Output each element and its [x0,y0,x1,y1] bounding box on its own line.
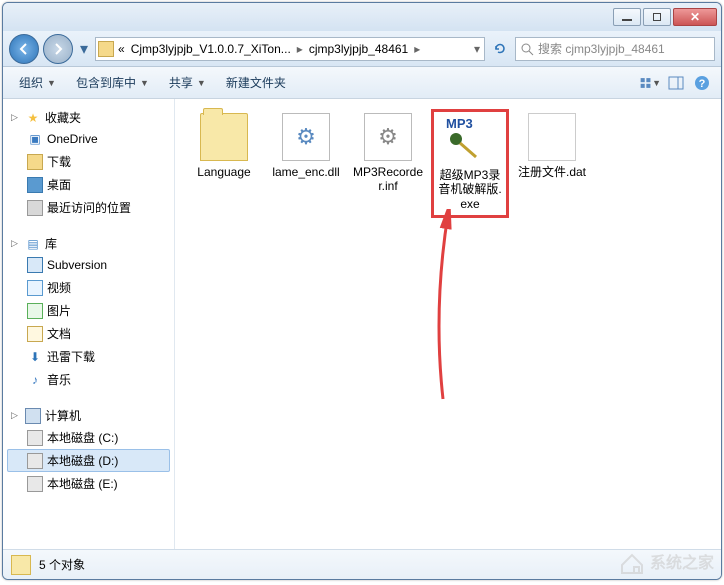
address-dropdown[interactable]: ▾ [472,42,482,56]
file-name: 超级MP3录音机破解版.exe [436,168,504,211]
body-area: ▷★ 收藏夹 ▣OneDrive 下载 桌面 最近访问的位置 ▷▤ 库 Subv… [3,99,721,549]
help-button[interactable]: ? [691,72,713,94]
explorer-window: ✕ ▾ « Cjmp3lyjpjb_V1.0.0.7_XiTon... ▸ cj… [2,2,722,580]
sidebar-item-documents[interactable]: 文档 [7,322,170,345]
breadcrumb-segment[interactable]: cjmp3lyjpjb_48461 [307,42,410,56]
folder-icon [200,113,248,161]
refresh-button[interactable] [489,38,511,60]
inf-icon [364,113,412,161]
status-bar: 5 个对象 [3,549,721,579]
svg-text:?: ? [699,78,706,90]
nav-history-dropdown[interactable]: ▾ [77,35,91,63]
file-item-folder[interactable]: Language [185,109,263,218]
sidebar-item-recent[interactable]: 最近访问的位置 [7,196,170,219]
search-placeholder: 搜索 cjmp3lyjpjb_48461 [538,40,665,57]
navigation-pane: ▷★ 收藏夹 ▣OneDrive 下载 桌面 最近访问的位置 ▷▤ 库 Subv… [3,99,175,549]
sidebar-item-downloads[interactable]: 下载 [7,150,170,173]
titlebar: ✕ [3,3,721,31]
sidebar-item-drive-e[interactable]: 本地磁盘 (E:) [7,472,170,495]
sidebar-item-thunder[interactable]: ⬇迅雷下载 [7,345,170,368]
close-button[interactable]: ✕ [673,8,717,26]
minimize-button[interactable] [613,8,641,26]
include-library-menu[interactable]: 包含到库中▼ [68,70,157,95]
file-name: lame_enc.dll [269,165,343,179]
libraries-header[interactable]: ▷▤ 库 [7,233,170,254]
file-item-exe-highlighted[interactable]: MP3 超级MP3录音机破解版.exe [431,109,509,218]
computer-header[interactable]: ▷ 计算机 [7,405,170,426]
sidebar-item-pictures[interactable]: 图片 [7,299,170,322]
folder-icon [11,555,31,575]
chevron-right-icon[interactable]: ▸ [295,42,305,56]
share-menu[interactable]: 共享▼ [161,70,214,95]
new-folder-button[interactable]: 新建文件夹 [218,70,294,95]
file-name: MP3Recorder.inf [351,165,425,194]
search-icon [520,42,534,56]
file-name: Language [187,165,261,179]
favorites-header[interactable]: ▷★ 收藏夹 [7,107,170,128]
file-item-dll[interactable]: lame_enc.dll [267,109,345,218]
sidebar-item-music[interactable]: ♪音乐 [7,368,170,391]
status-text: 5 个对象 [39,556,85,573]
sidebar-item-videos[interactable]: 视频 [7,276,170,299]
nav-bar: ▾ « Cjmp3lyjpjb_V1.0.0.7_XiTon... ▸ cjmp… [3,31,721,67]
chevron-right-icon[interactable]: ▸ [412,42,422,56]
dll-icon [282,113,330,161]
forward-button[interactable] [43,34,73,64]
microphone-icon [446,131,482,161]
address-bar[interactable]: « Cjmp3lyjpjb_V1.0.0.7_XiTon... ▸ cjmp3l… [95,37,485,61]
file-item-dat[interactable]: 注册文件.dat [513,109,591,218]
preview-pane-button[interactable] [665,72,687,94]
back-button[interactable] [9,34,39,64]
folder-icon [98,41,114,57]
dat-icon [528,113,576,161]
sidebar-item-drive-c[interactable]: 本地磁盘 (C:) [7,426,170,449]
file-list[interactable]: Language lame_enc.dll MP3Recorder.inf MP… [175,99,721,549]
organize-menu[interactable]: 组织▼ [11,70,64,95]
panel-icon [668,75,684,91]
breadcrumb-root[interactable]: « [116,42,127,56]
view-options-button[interactable]: ▼ [639,72,661,94]
sidebar-item-subversion[interactable]: Subversion [7,254,170,276]
sidebar-item-desktop[interactable]: 桌面 [7,173,170,196]
arrow-right-icon [51,42,65,56]
file-item-inf[interactable]: MP3Recorder.inf [349,109,427,218]
breadcrumb-segment[interactable]: Cjmp3lyjpjb_V1.0.0.7_XiTon... [129,42,293,56]
maximize-button[interactable] [643,8,671,26]
file-name: 注册文件.dat [515,165,589,179]
arrow-left-icon [17,42,31,56]
help-icon: ? [694,75,710,91]
view-icon [639,75,652,91]
refresh-icon [493,42,507,56]
sidebar-item-drive-d[interactable]: 本地磁盘 (D:) [7,449,170,472]
search-input[interactable]: 搜索 cjmp3lyjpjb_48461 [515,37,715,61]
exe-icon: MP3 [446,116,494,164]
toolbar: 组织▼ 包含到库中▼ 共享▼ 新建文件夹 ▼ ? [3,67,721,99]
annotation-arrow [443,209,445,389]
sidebar-item-onedrive[interactable]: ▣OneDrive [7,128,170,150]
